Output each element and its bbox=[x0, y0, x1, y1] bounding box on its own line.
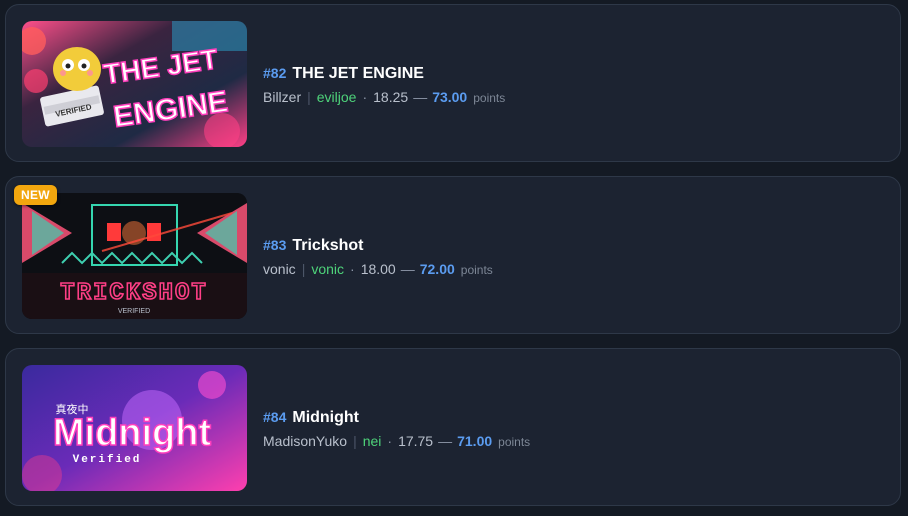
level-score: 18.25 bbox=[373, 89, 409, 105]
level-card[interactable]: THE JET ENGINE VERIFIED #82 THE JET ENGI… bbox=[5, 4, 901, 162]
level-thumbnail[interactable]: Midnight 真夜中 Verified bbox=[22, 365, 247, 491]
level-card[interactable]: Midnight 真夜中 Verified #84 Midnight Madis… bbox=[5, 348, 901, 506]
separator-pipe: | bbox=[301, 261, 306, 277]
level-thumbnail[interactable]: TRICKSHOT VERIFIED bbox=[22, 193, 247, 319]
level-creator[interactable]: vonic bbox=[263, 261, 296, 277]
level-points: 73.00 bbox=[432, 89, 468, 105]
level-score: 18.00 bbox=[360, 261, 396, 277]
svg-text:VERIFIED: VERIFIED bbox=[118, 308, 150, 315]
level-rank: #83 bbox=[263, 237, 287, 253]
svg-text:真夜中: 真夜中 bbox=[56, 402, 89, 416]
separator-dash: — bbox=[438, 433, 453, 449]
svg-text:TRICKSHOT: TRICKSHOT bbox=[60, 280, 208, 307]
level-verifier[interactable]: eviljoe bbox=[317, 89, 357, 105]
level-name[interactable]: Trickshot bbox=[292, 237, 363, 255]
svg-text:Verified: Verified bbox=[73, 454, 142, 466]
points-label: points bbox=[473, 91, 506, 105]
level-creator[interactable]: Billzer bbox=[263, 89, 301, 105]
level-rank: #82 bbox=[263, 65, 287, 81]
level-rank: #84 bbox=[263, 409, 287, 425]
level-points: 72.00 bbox=[419, 261, 455, 277]
level-list: THE JET ENGINE VERIFIED #82 THE JET ENGI… bbox=[0, 0, 908, 516]
thumbnail-image: Midnight 真夜中 Verified bbox=[22, 365, 247, 491]
separator-dash: — bbox=[413, 89, 428, 105]
level-info: #84 Midnight MadisonYuko | nei · 17.75 —… bbox=[263, 409, 530, 449]
level-thumbnail[interactable]: THE JET ENGINE VERIFIED bbox=[22, 21, 247, 147]
separator-dot: · bbox=[350, 261, 355, 277]
level-creator[interactable]: MadisonYuko bbox=[263, 433, 347, 449]
level-verifier[interactable]: vonic bbox=[311, 261, 344, 277]
level-card[interactable]: NEW TRICKSHOT VERIFIED #83 Trickshot von… bbox=[5, 176, 901, 334]
separator-pipe: | bbox=[307, 89, 311, 105]
level-score: 17.75 bbox=[398, 433, 434, 449]
svg-text:Midnight: Midnight bbox=[53, 412, 212, 454]
level-verifier[interactable]: nei bbox=[363, 433, 382, 449]
level-info: #82 THE JET ENGINE Billzer | eviljoe · 1… bbox=[263, 65, 505, 105]
separator-pipe: | bbox=[353, 433, 357, 449]
separator-dot: · bbox=[387, 433, 393, 449]
level-name[interactable]: Midnight bbox=[292, 409, 359, 427]
new-badge: NEW bbox=[14, 185, 57, 205]
level-points: 71.00 bbox=[457, 433, 493, 449]
separator-dot: · bbox=[362, 89, 368, 105]
level-name[interactable]: THE JET ENGINE bbox=[292, 65, 424, 83]
thumbnail-image: TRICKSHOT VERIFIED bbox=[22, 193, 247, 319]
thumbnail-image: THE JET ENGINE VERIFIED bbox=[22, 21, 247, 147]
level-info: #83 Trickshot vonic | vonic · 18.00 — 72… bbox=[263, 237, 493, 277]
separator-dash: — bbox=[400, 261, 415, 277]
points-label: points bbox=[460, 263, 493, 277]
points-label: points bbox=[498, 435, 531, 449]
